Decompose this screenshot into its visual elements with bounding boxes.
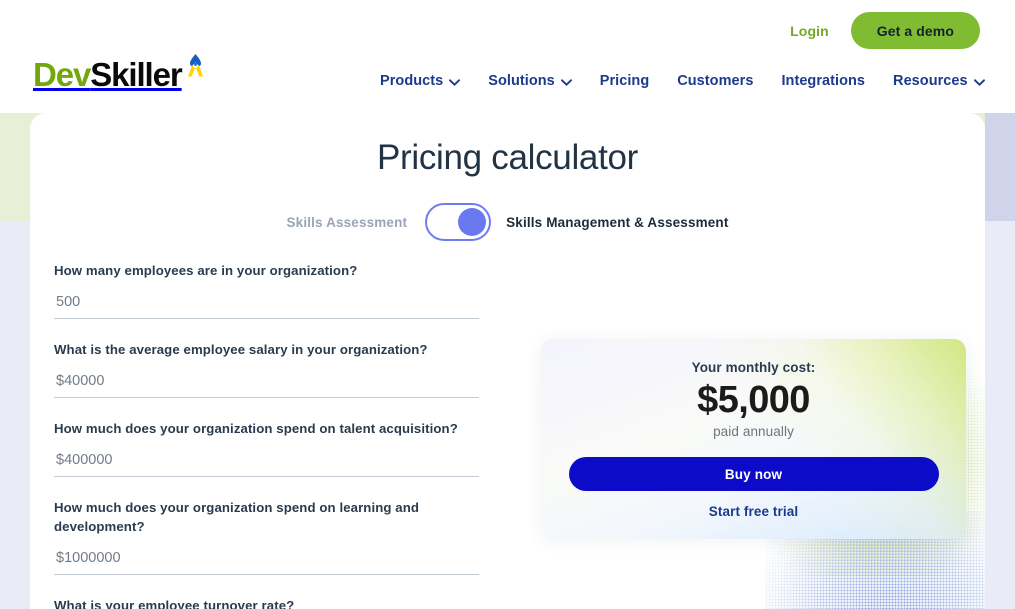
nav-item-resources-label: Resources: [893, 73, 968, 89]
nav-item-resources[interactable]: Resources: [893, 70, 985, 92]
label-learning-development-spend: How much does your organization spend on…: [54, 500, 420, 534]
form-field-average-salary: What is the average employee salary in y…: [54, 340, 479, 398]
form-field-turnover-rate: What is your employee turnover rate?: [54, 596, 479, 609]
pricing-calculator-form: How many employees are in your organizat…: [54, 261, 479, 609]
toggle-label-skills-management-assessment[interactable]: Skills Management & Assessment: [506, 215, 728, 230]
nav-item-customers[interactable]: Customers: [677, 71, 753, 91]
nav-item-solutions[interactable]: Solutions: [488, 70, 572, 92]
nav-item-integrations-label: Integrations: [781, 73, 866, 89]
monthly-cost-amount: $5,000: [697, 379, 810, 421]
monthly-cost-period: paid annually: [713, 424, 794, 439]
nav-item-pricing[interactable]: Pricing: [600, 71, 650, 91]
buy-now-button[interactable]: Buy now: [568, 457, 939, 491]
nav-item-products-label: Products: [380, 73, 444, 89]
login-link[interactable]: Login: [790, 23, 829, 39]
pricing-calculator-panel: Pricing calculator Skills Assessment Ski…: [30, 113, 985, 609]
learning-development-spend-input[interactable]: [54, 547, 479, 575]
plan-toggle-row: Skills Assessment Skills Management & As…: [30, 203, 985, 241]
main-navigation: Products Solutions Pricing Customers Int…: [380, 70, 985, 92]
page-title: Pricing calculator: [376, 138, 639, 177]
header-utility-bar: Login Get a demo: [790, 12, 980, 49]
label-average-salary: What is the average employee salary in y…: [54, 342, 428, 357]
nav-item-solutions-label: Solutions: [488, 73, 555, 89]
logo-text-skiller: Skiller: [90, 56, 182, 93]
nav-item-products[interactable]: Products: [380, 70, 461, 92]
form-field-employees-count: How many employees are in your organizat…: [54, 261, 479, 319]
nav-item-customers-label: Customers: [677, 73, 754, 89]
form-field-talent-acquisition-spend: How much does your organization spend on…: [54, 419, 479, 477]
logo-text-dev: Dev: [33, 56, 91, 93]
talent-acquisition-spend-input[interactable]: [54, 449, 479, 477]
form-field-learning-development-spend: How much does your organization spend on…: [54, 498, 479, 575]
monthly-cost-caption: Your monthly cost:: [691, 360, 816, 375]
nav-item-integrations[interactable]: Integrations: [781, 71, 865, 91]
chevron-down-icon: [973, 72, 985, 92]
plan-toggle-switch[interactable]: [425, 203, 492, 241]
devskiller-logo[interactable]: Dev Skiller: [33, 54, 205, 98]
ukraine-ribbon-icon: [186, 52, 205, 84]
plan-toggle-knob[interactable]: [458, 208, 487, 236]
start-free-trial-link[interactable]: Start free trial: [541, 504, 966, 519]
browser-viewport: Login Get a demo Dev Skiller Products So…: [0, 0, 1015, 609]
label-talent-acquisition-spend: How much does your organization spend on…: [54, 421, 458, 436]
background-band-lavender-top-right: [985, 113, 1015, 221]
employees-count-input[interactable]: [54, 291, 479, 319]
label-turnover-rate: What is your employee turnover rate?: [54, 598, 295, 609]
nav-item-pricing-label: Pricing: [599, 73, 650, 89]
toggle-label-skills-assessment[interactable]: Skills Assessment: [287, 215, 408, 230]
chevron-down-icon: [560, 72, 572, 92]
monthly-cost-card: Your monthly cost: $5,000 paid annually …: [541, 339, 966, 539]
average-salary-input[interactable]: [54, 370, 479, 398]
site-header: Login Get a demo Dev Skiller Products So…: [0, 0, 1015, 113]
label-employees-count: How many employees are in your organizat…: [54, 263, 358, 278]
chevron-down-icon: [449, 72, 461, 92]
get-a-demo-button[interactable]: Get a demo: [850, 12, 980, 49]
